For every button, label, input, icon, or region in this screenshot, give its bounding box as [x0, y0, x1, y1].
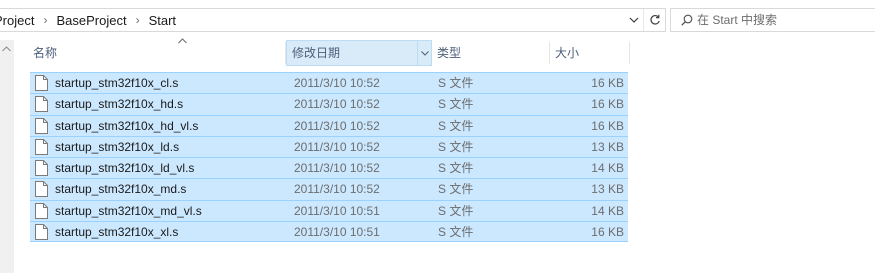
file-list: startup_stm32f10x_cl.s 2011/3/10 10:52 S…: [30, 72, 628, 243]
chevron-right-icon[interactable]: ›: [39, 13, 51, 27]
file-row[interactable]: startup_stm32f10x_xl.s 2011/3/10 10:51 S…: [30, 221, 628, 243]
file-size: 13 KB: [591, 139, 624, 154]
file-size: 16 KB: [591, 97, 624, 112]
column-header-name-label: 名称: [33, 46, 58, 60]
column-header-type-label: 类型: [437, 46, 462, 60]
file-name[interactable]: startup_stm32f10x_hd.s: [55, 94, 183, 114]
file-name[interactable]: startup_stm32f10x_md.s: [55, 179, 186, 199]
file-name[interactable]: startup_stm32f10x_cl.s: [55, 73, 178, 93]
file-date: 2011/3/10 10:52: [294, 118, 380, 133]
file-size: 16 KB: [591, 76, 624, 90]
file-row[interactable]: startup_stm32f10x_ld_vl.s 2011/3/10 10:5…: [30, 157, 628, 179]
file-date: 2011/3/10 10:52: [294, 76, 380, 90]
search-icon: [681, 14, 693, 26]
file-icon: [35, 96, 48, 113]
file-date: 2011/3/10 10:52: [294, 161, 380, 176]
column-header-name[interactable]: 名称: [28, 38, 286, 66]
file-date: 2011/3/10 10:52: [294, 97, 380, 112]
file-size: 13 KB: [591, 182, 624, 197]
file-row[interactable]: startup_stm32f10x_hd.s 2011/3/10 10:52 S…: [30, 93, 628, 115]
chevron-down-icon: [420, 50, 429, 56]
file-name[interactable]: startup_stm32f10x_hd_vl.s: [55, 116, 198, 136]
column-header-size[interactable]: 大小: [550, 40, 630, 66]
column-header-date[interactable]: 修改日期: [286, 40, 432, 66]
breadcrumb-item-project[interactable]: Project: [0, 13, 39, 28]
file-type: S 文件: [438, 182, 474, 197]
column-header-row: 名称 修改日期 类型 大小: [14, 38, 875, 66]
file-type: S 文件: [438, 161, 474, 176]
file-row[interactable]: startup_stm32f10x_cl.s 2011/3/10 10:52 S…: [30, 72, 628, 94]
file-size: 16 KB: [591, 118, 624, 133]
chevron-up-icon[interactable]: [2, 46, 11, 52]
file-icon: [35, 181, 48, 198]
chevron-right-icon[interactable]: ›: [132, 13, 144, 27]
column-divider[interactable]: [629, 42, 630, 64]
file-type: S 文件: [438, 203, 474, 218]
file-type: S 文件: [438, 139, 474, 154]
chevron-down-icon: [629, 17, 639, 23]
file-name[interactable]: startup_stm32f10x_xl.s: [55, 222, 178, 242]
file-icon: [35, 224, 48, 241]
address-history-button[interactable]: [625, 9, 643, 31]
file-icon: [35, 75, 48, 91]
file-row[interactable]: startup_stm32f10x_md.s 2011/3/10 10:52 S…: [30, 178, 628, 200]
breadcrumb: Project › BaseProject › Start: [0, 9, 181, 31]
file-type: S 文件: [438, 118, 474, 133]
refresh-button[interactable]: [643, 9, 665, 31]
file-name[interactable]: startup_stm32f10x_ld_vl.s: [55, 158, 194, 178]
column-header-type[interactable]: 类型: [432, 40, 550, 66]
column-header-size-label: 大小: [555, 46, 580, 60]
file-row[interactable]: startup_stm32f10x_hd_vl.s 2011/3/10 10:5…: [30, 114, 628, 136]
search-box[interactable]: [670, 8, 875, 32]
file-icon: [35, 138, 48, 155]
file-date: 2011/3/10 10:51: [294, 203, 380, 218]
file-size: 16 KB: [591, 225, 624, 240]
file-size: 14 KB: [591, 203, 624, 218]
column-header-date-label: 修改日期: [292, 46, 341, 60]
file-name[interactable]: startup_stm32f10x_md_vl.s: [55, 201, 202, 221]
file-date: 2011/3/10 10:52: [294, 182, 380, 197]
file-date: 2011/3/10 10:52: [294, 139, 380, 154]
file-name[interactable]: startup_stm32f10x_ld.s: [55, 137, 179, 157]
file-icon: [35, 160, 48, 177]
file-row[interactable]: startup_stm32f10x_ld.s 2011/3/10 10:52 S…: [30, 135, 628, 158]
file-row[interactable]: startup_stm32f10x_md_vl.s 2011/3/10 10:5…: [30, 199, 628, 222]
search-input[interactable]: [697, 9, 872, 31]
column-filter-button[interactable]: [417, 41, 431, 65]
file-type: S 文件: [438, 76, 474, 90]
file-icon: [35, 202, 48, 219]
file-icon: [35, 117, 48, 134]
navigation-pane-edge[interactable]: [0, 40, 14, 273]
address-bar[interactable]: Project › BaseProject › Start: [0, 8, 666, 32]
file-type: S 文件: [438, 97, 474, 112]
sort-ascending-icon: [178, 38, 187, 44]
breadcrumb-item-start[interactable]: Start: [144, 13, 181, 28]
file-size: 14 KB: [591, 161, 624, 176]
file-type: S 文件: [438, 225, 474, 240]
file-date: 2011/3/10 10:51: [294, 225, 380, 240]
refresh-icon: [649, 14, 660, 25]
breadcrumb-item-baseproject[interactable]: BaseProject: [51, 13, 131, 28]
